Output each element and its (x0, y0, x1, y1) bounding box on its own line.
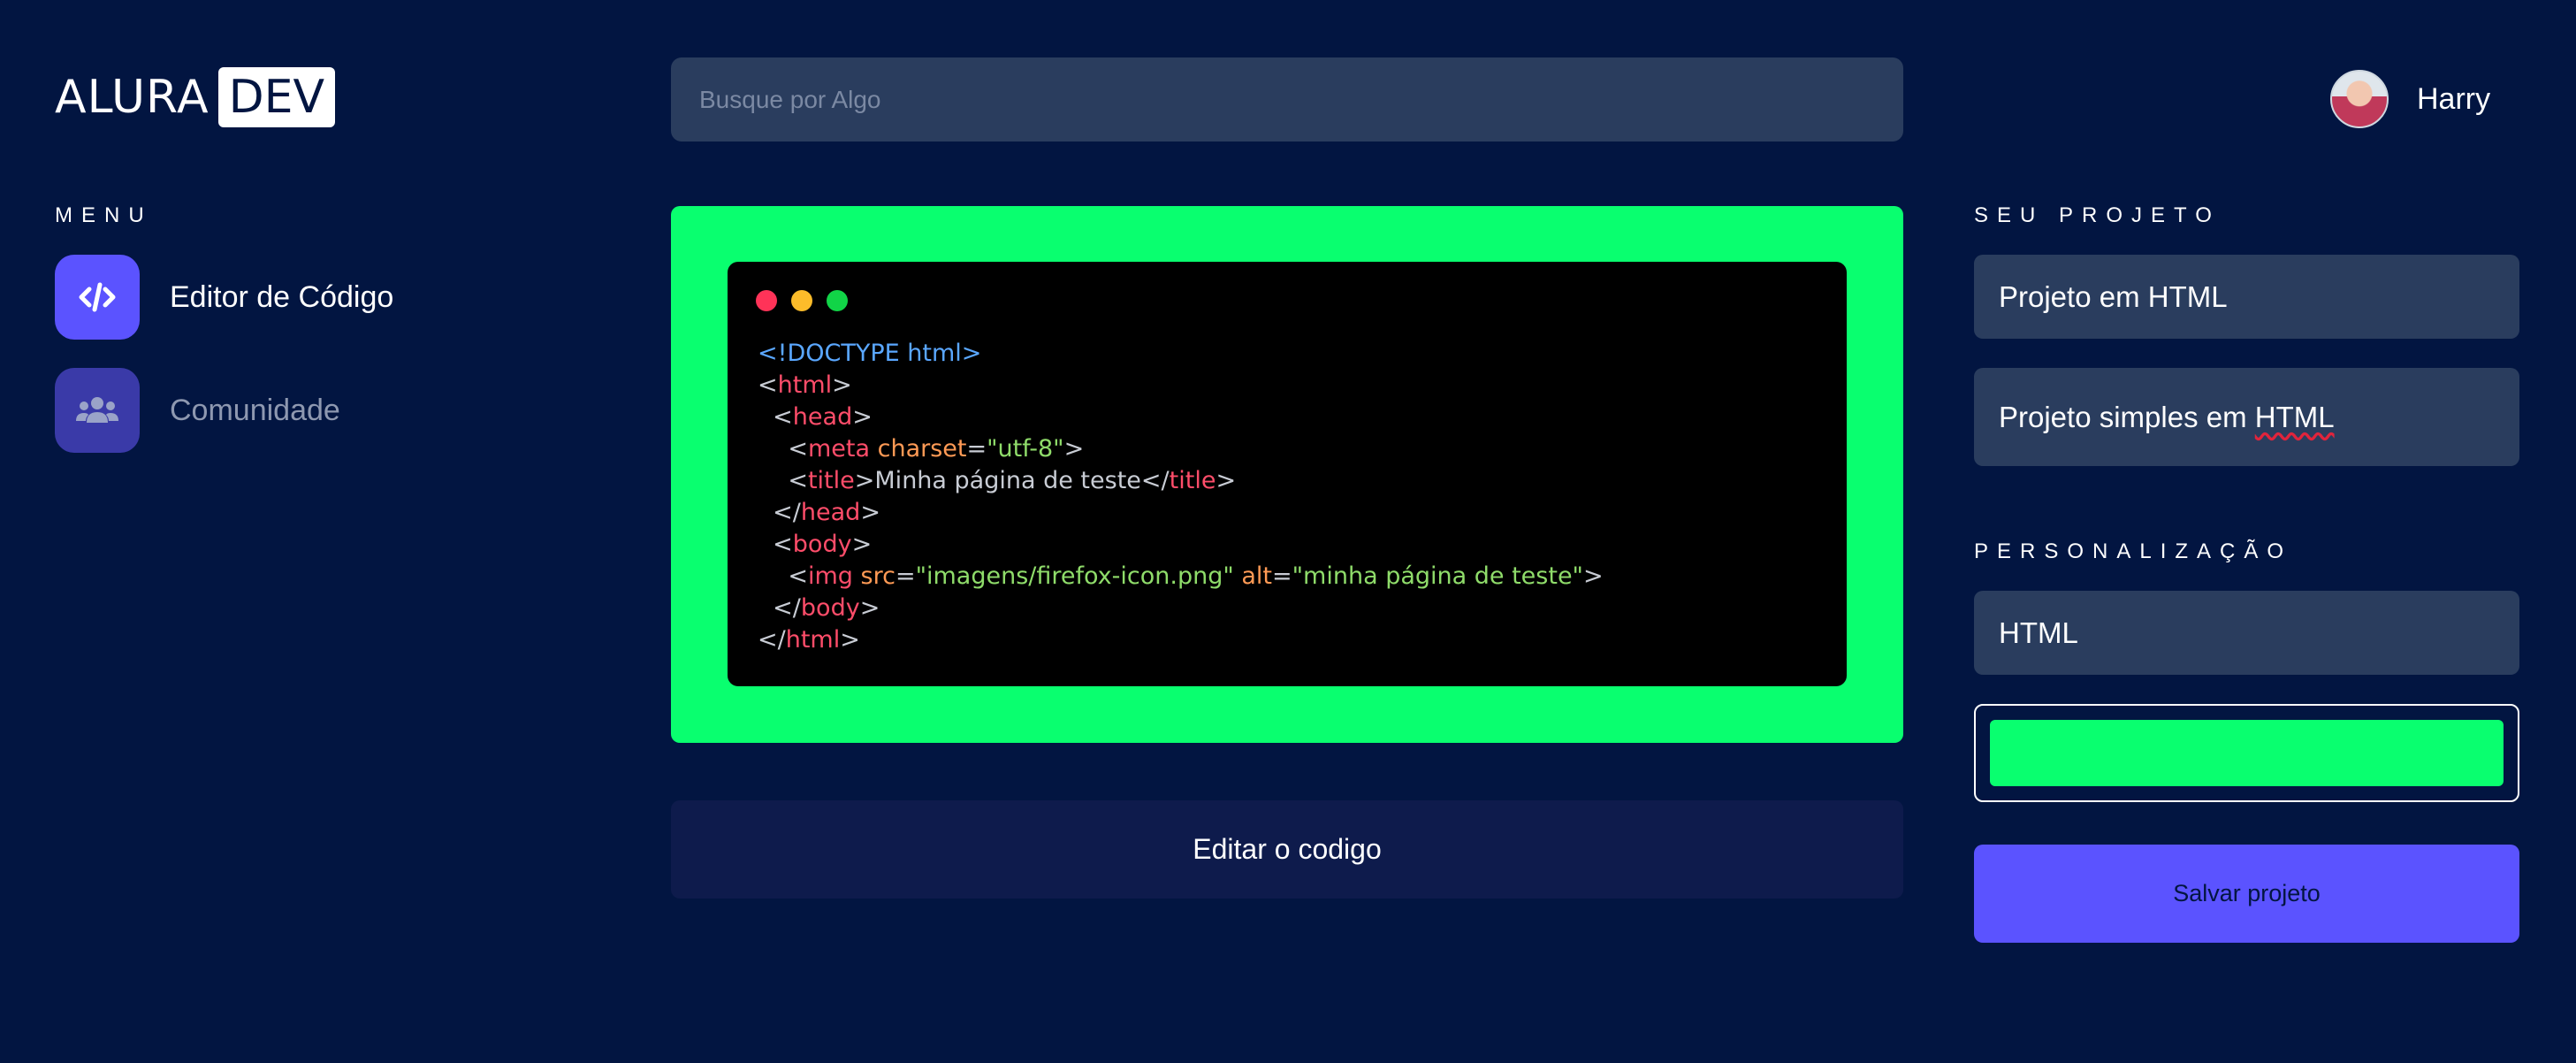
sidebar-item-code-editor[interactable]: Editor de Código (55, 255, 393, 340)
customization-section-label: PERSONALIZAÇÃO (1974, 539, 2293, 563)
code-line: <html> (758, 371, 852, 399)
code-line: <meta charset="utf-8"> (788, 435, 1085, 463)
code-line: </head> (773, 499, 880, 526)
code-line: <!DOCTYPE html> (758, 340, 982, 367)
sidebar-item-label: Comunidade (170, 393, 340, 427)
search-input[interactable] (671, 57, 1903, 141)
color-picker[interactable] (1974, 704, 2519, 802)
code-editor-frame: <!DOCTYPE html> <html> <head> <meta chars… (671, 206, 1903, 743)
code-line: <body> (773, 531, 873, 558)
code-content[interactable]: <!DOCTYPE html> <html> <head> <meta chars… (758, 338, 1604, 656)
logo-text: ALURA (55, 71, 210, 124)
code-icon (55, 255, 140, 340)
edit-code-button[interactable]: Editar o codigo (671, 800, 1903, 899)
save-project-button[interactable]: Salvar projeto (1974, 845, 2519, 943)
code-line: <title>Minha página de teste</title> (788, 467, 1237, 494)
language-value: HTML (1999, 616, 2078, 649)
project-section-label: SEU PROJETO (1974, 203, 2221, 227)
avatar[interactable] (2330, 70, 2389, 128)
sidebar-item-community[interactable]: Comunidade (55, 368, 340, 453)
close-dot-icon (756, 290, 777, 311)
code-line: <head> (773, 403, 873, 431)
logo-badge: DEV (217, 67, 336, 127)
project-name-field[interactable] (1974, 255, 2519, 339)
project-description-field[interactable]: Projeto simples em HTML (1974, 368, 2519, 466)
project-description-text: Projeto simples em HTML (1999, 400, 2335, 433)
window-controls (756, 290, 862, 311)
code-window[interactable]: <!DOCTYPE html> <html> <head> <meta chars… (728, 262, 1847, 686)
menu-label: MENU (55, 203, 153, 227)
users-icon (55, 368, 140, 453)
user-name: Harry (2417, 81, 2491, 116)
logo[interactable]: ALURA DEV (55, 67, 336, 127)
sidebar-item-label: Editor de Código (170, 279, 394, 314)
color-swatch[interactable] (1990, 720, 2504, 786)
code-line: </body> (773, 594, 880, 622)
maximize-dot-icon (827, 290, 848, 311)
code-line: <img src="imagens/firefox-icon.png" alt=… (788, 562, 1604, 590)
language-select[interactable]: HTML (1974, 591, 2519, 675)
minimize-dot-icon (791, 290, 812, 311)
code-line: </html> (758, 626, 860, 654)
user-profile[interactable]: Harry (2330, 69, 2490, 129)
